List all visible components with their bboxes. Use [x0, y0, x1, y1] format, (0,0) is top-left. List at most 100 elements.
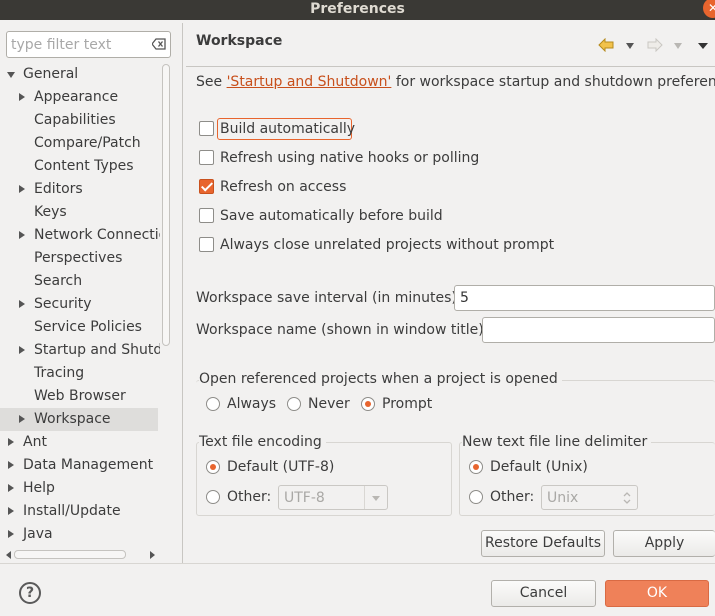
tree-item-compare-patch[interactable]: Compare/Patch — [34, 132, 141, 155]
save-interval-input[interactable] — [460, 289, 709, 307]
expand-triangle-icon[interactable] — [19, 185, 25, 193]
tree-item-tracing[interactable]: Tracing — [34, 362, 84, 385]
scroll-right-icon[interactable] — [150, 551, 155, 559]
tree-item-help[interactable]: Help — [23, 477, 55, 500]
tree-item-editors[interactable]: Editors — [34, 178, 83, 201]
cancel-button[interactable]: Cancel — [491, 580, 596, 607]
tree-item-java[interactable]: Java — [23, 523, 53, 546]
refresh-native-hooks-checkbox[interactable] — [199, 150, 214, 165]
radio-never[interactable] — [287, 397, 301, 411]
forward-history-dropdown-icon — [674, 43, 682, 49]
filter-input[interactable] — [11, 35, 149, 55]
intro-suffix: for workspace startup and shutdown prefe… — [391, 74, 715, 90]
tree-horizontal-scroll-thumb[interactable] — [14, 550, 126, 559]
delimiter-other-combo: Unix — [541, 485, 638, 510]
open-referenced-label: Open referenced projects when a project … — [199, 370, 562, 388]
encoding-other-label[interactable]: Other: — [227, 488, 271, 506]
refresh-on-access-label[interactable]: Refresh on access — [220, 178, 346, 196]
save-before-build-label[interactable]: Save automatically before build — [220, 207, 443, 225]
close-unrelated-projects-label[interactable]: Always close unrelated projects without … — [220, 236, 554, 254]
radio-prompt-label[interactable]: Prompt — [382, 395, 432, 413]
tree-item-ant[interactable]: Ant — [23, 431, 47, 454]
back-history-dropdown-icon[interactable] — [626, 43, 634, 49]
header-separator — [186, 66, 715, 67]
expand-triangle-icon[interactable] — [8, 438, 14, 446]
clear-filter-icon[interactable] — [152, 37, 166, 51]
expand-triangle-icon[interactable] — [19, 300, 25, 308]
close-unrelated-projects-checkbox[interactable] — [199, 237, 214, 252]
help-icon[interactable]: ? — [19, 582, 41, 604]
close-button[interactable]: ✕ — [701, 0, 715, 18]
tree-item-perspectives[interactable]: Perspectives — [34, 247, 122, 270]
workspace-name-field[interactable] — [482, 317, 715, 343]
forward-arrow-icon — [647, 38, 663, 52]
radio-always-label[interactable]: Always — [227, 395, 276, 413]
workspace-name-label: Workspace name (shown in window title): — [196, 322, 489, 338]
chevron-down-icon — [372, 496, 380, 501]
expand-triangle-icon[interactable] — [19, 415, 25, 423]
ok-button[interactable]: OK — [605, 580, 709, 607]
intro-prefix: See — [196, 74, 227, 90]
line-delimiter-label: New text file line delimiter — [462, 433, 652, 451]
tree-item-search[interactable]: Search — [34, 270, 82, 293]
apply-button[interactable]: Apply — [613, 530, 715, 557]
delimiter-other-value: Unix — [547, 490, 579, 506]
encoding-default-label[interactable]: Default (UTF-8) — [227, 458, 334, 476]
refresh-native-hooks-label[interactable]: Refresh using native hooks or polling — [220, 149, 479, 167]
tree-item-install-update[interactable]: Install/Update — [23, 500, 121, 523]
spinner-arrows-icon — [623, 492, 631, 504]
back-arrow-icon[interactable] — [598, 38, 614, 52]
expand-triangle-icon[interactable] — [8, 507, 14, 515]
expand-triangle-icon[interactable] — [8, 461, 14, 469]
tree-item-web-browser[interactable]: Web Browser — [34, 385, 126, 408]
radio-always[interactable] — [206, 397, 220, 411]
text-encoding-label: Text file encoding — [199, 433, 326, 451]
tree-vertical-scroll-thumb[interactable] — [162, 64, 170, 346]
expand-triangle-icon[interactable] — [19, 346, 25, 354]
combo-separator — [364, 486, 365, 509]
tree-item-workspace[interactable]: Workspace — [34, 408, 111, 431]
tree-item-security[interactable]: Security — [34, 293, 92, 316]
page-title: Workspace — [196, 33, 283, 49]
save-before-build-checkbox[interactable] — [199, 208, 214, 223]
expand-triangle-icon[interactable] — [19, 231, 25, 239]
tree-item-content-types[interactable]: Content Types — [34, 155, 134, 178]
tree-item-network-connections[interactable]: Network Connections — [34, 224, 160, 247]
save-interval-field[interactable] — [454, 285, 715, 311]
encoding-other-radio[interactable] — [206, 490, 220, 504]
tree-item-appearance[interactable]: Appearance — [34, 86, 118, 109]
tree-item-capabilities[interactable]: Capabilities — [34, 109, 116, 132]
pane-divider[interactable] — [182, 23, 183, 563]
tree-item-startup-shutdown[interactable]: Startup and Shutdown — [34, 339, 160, 362]
expand-triangle-icon[interactable] — [19, 93, 25, 101]
tree-item-keys[interactable]: Keys — [34, 201, 67, 224]
radio-prompt[interactable] — [361, 397, 375, 411]
tree-item-general[interactable]: General — [23, 63, 78, 86]
preference-tree: General Appearance Capabilities Compare/… — [0, 63, 160, 548]
expand-triangle-icon[interactable] — [8, 530, 14, 538]
startup-shutdown-link[interactable]: 'Startup and Shutdown' — [227, 74, 392, 90]
restore-defaults-button[interactable]: Restore Defaults — [481, 530, 605, 557]
delimiter-default-radio[interactable] — [469, 460, 483, 474]
tree-item-data-management[interactable]: Data Management — [23, 454, 153, 477]
refresh-on-access-checkbox[interactable] — [199, 179, 214, 194]
workspace-name-input[interactable] — [488, 321, 709, 339]
footer-separator — [0, 563, 715, 564]
encoding-other-value: UTF-8 — [284, 490, 325, 506]
expand-triangle-icon[interactable] — [8, 484, 14, 492]
view-menu-icon[interactable] — [698, 43, 708, 49]
build-automatically-label[interactable]: Build automatically — [220, 120, 355, 138]
build-automatically-checkbox[interactable] — [199, 121, 214, 136]
encoding-other-combo: UTF-8 — [278, 485, 388, 510]
filter-box — [6, 31, 171, 58]
intro-text: See 'Startup and Shutdown' for workspace… — [196, 73, 715, 91]
tree-item-service-policies[interactable]: Service Policies — [34, 316, 142, 339]
collapse-triangle-icon[interactable] — [7, 72, 15, 78]
scroll-left-icon[interactable] — [6, 551, 11, 559]
radio-never-label[interactable]: Never — [308, 395, 350, 413]
delimiter-other-label[interactable]: Other: — [490, 488, 534, 506]
encoding-default-radio[interactable] — [206, 460, 220, 474]
delimiter-default-label[interactable]: Default (Unix) — [490, 458, 588, 476]
delimiter-other-radio[interactable] — [469, 490, 483, 504]
window-title: Preferences — [310, 1, 405, 17]
